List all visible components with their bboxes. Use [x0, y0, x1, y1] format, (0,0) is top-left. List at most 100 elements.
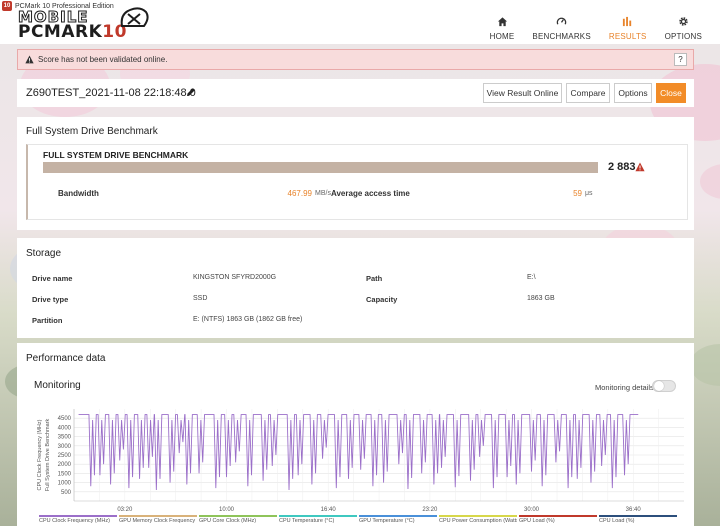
- result-header: Z690TEST_2021-11-08 22:18:48.0 View Resu…: [17, 79, 694, 107]
- x-tick-label: 30:00: [524, 507, 540, 513]
- score-value: 2 883: [608, 161, 636, 173]
- nav-benchmarks[interactable]: BENCHMARKS: [532, 16, 591, 41]
- y-tick-label: 4000: [58, 425, 72, 431]
- nav-benchmarks-label: BENCHMARKS: [532, 32, 591, 41]
- drive-name-label: Drive name: [32, 274, 73, 283]
- x-tick-label: 23:20: [422, 507, 438, 513]
- drive-type-value: SSD: [193, 295, 208, 302]
- toggle-knob[interactable]: [654, 381, 664, 391]
- warning-icon: [25, 55, 34, 64]
- legend-label: CPU Power Consumption (Watts): [439, 518, 517, 524]
- benchmark-section-title: Full System Drive Benchmark: [26, 126, 158, 137]
- view-result-online-button[interactable]: View Result Online: [483, 83, 562, 103]
- y-tick-label: 1000: [58, 481, 72, 487]
- bandwidth-label: Bandwidth: [58, 189, 99, 198]
- y-tick-label: 4500: [58, 416, 72, 422]
- logo-mark-icon: [120, 7, 149, 27]
- path-label: Path: [366, 274, 383, 283]
- gauge-icon: [556, 17, 567, 25]
- legend-label: GPU Load (%): [519, 518, 555, 524]
- pencil-icon[interactable]: [186, 87, 196, 97]
- drive-name-value: KINGSTON SFYRD2000G: [193, 274, 277, 281]
- benchmark-title: FULL SYSTEM DRIVE BENCHMARK: [43, 150, 189, 160]
- bandwidth-value: 467.99: [287, 189, 312, 198]
- legend-entry[interactable]: CPU Load (%): [599, 515, 677, 526]
- legend-label: GPU Temperature (°C): [359, 518, 415, 524]
- nav-results-label: RESULTS: [608, 32, 647, 41]
- monitoring-chart: 500 1000 1500 2000 2500 3000 3500 4000 4500 03:20…: [29, 405, 689, 526]
- legend-entry[interactable]: GPU Core Clock (MHz): [199, 515, 277, 526]
- blossom-decoration: [700, 164, 720, 199]
- close-button[interactable]: Close: [656, 83, 686, 103]
- storage-panel: Storage Drive name KINGSTON SFYRD2000G P…: [17, 238, 694, 338]
- y-tick-label: 3500: [58, 435, 72, 441]
- access-time-label: Average access time: [331, 189, 410, 198]
- result-name: Z690TEST_2021-11-08 22:18:48.0: [26, 87, 196, 99]
- main-nav: HOME BENCHMARKS RESULTS OPTIONS: [472, 16, 702, 41]
- nav-results[interactable]: RESULTS: [609, 16, 647, 41]
- partition-label: Partition: [32, 316, 63, 325]
- legend-label: GPU Core Clock (MHz): [199, 518, 257, 524]
- home-icon: [497, 17, 507, 27]
- legend-entry[interactable]: CPU Clock Frequency (MHz): [39, 515, 117, 526]
- legend-label: CPU Load (%): [599, 518, 635, 524]
- legend-entry[interactable]: GPU Load (%): [519, 515, 597, 526]
- options-button[interactable]: Options: [614, 83, 652, 103]
- gear-icon: [679, 17, 688, 26]
- logo-pcmark-text: PCMARK10: [18, 22, 127, 42]
- y-tick-label: 500: [61, 490, 72, 496]
- monitoring-details-toggle[interactable]: [652, 380, 676, 392]
- y-axis-title-secondary: Full System Drive Benchmark: [45, 419, 51, 492]
- monitoring-title: Monitoring: [34, 380, 81, 391]
- legend-entry[interactable]: CPU Temperature (°C): [279, 515, 357, 526]
- path-value: E:\: [527, 274, 536, 281]
- app-header: 10 PCMark 10 Professional Edition MOBILE…: [0, 0, 720, 44]
- legend-swatch: [279, 515, 357, 517]
- benchmark-panel: Full System Drive Benchmark FULL SYSTEM …: [17, 117, 694, 230]
- score-warning-icon[interactable]: [635, 162, 645, 172]
- legend-entry[interactable]: GPU Temperature (°C): [359, 515, 437, 526]
- pcmark-logo: MOBILE PCMARK10: [18, 7, 149, 42]
- y-tick-label: 1500: [58, 471, 72, 477]
- nav-home[interactable]: HOME: [490, 16, 515, 41]
- x-tick-label: 36:40: [626, 507, 642, 513]
- blossom-decoration: [690, 344, 720, 386]
- y-axis-title: CPU Clock Frequency (MHz): [37, 419, 43, 490]
- y-tick-label: 2000: [58, 462, 72, 468]
- access-time-value: 59: [573, 189, 582, 198]
- alert-message: Score has not been validated online.: [38, 55, 168, 64]
- cpu-frequency-series: [78, 414, 639, 490]
- legend-swatch: [599, 515, 677, 517]
- legend-swatch: [119, 515, 197, 517]
- monitoring-details-label: Monitoring details: [595, 383, 654, 392]
- validation-alert: Score has not been validated online. ?: [17, 49, 694, 70]
- y-tick-label: 2500: [58, 453, 72, 459]
- compare-button[interactable]: Compare: [566, 83, 610, 103]
- legend-entry[interactable]: CPU Power Consumption (Watts): [439, 515, 517, 526]
- monitoring-chart-svg: 500 1000 1500 2000 2500 3000 3500 4000 4500 03:20…: [37, 409, 684, 513]
- legend-swatch: [39, 515, 117, 517]
- benchmark-card: FULL SYSTEM DRIVE BENCHMARK 2 883 Bandwi…: [26, 144, 688, 220]
- legend-label: CPU Temperature (°C): [279, 518, 335, 524]
- drive-type-label: Drive type: [32, 295, 69, 304]
- nav-home-label: HOME: [489, 32, 515, 41]
- app-icon: 10: [2, 1, 12, 11]
- y-tick-label: 3000: [58, 444, 72, 450]
- legend-swatch: [199, 515, 277, 517]
- access-time-unit: μs: [585, 190, 593, 197]
- x-tick-label: 16:40: [321, 507, 337, 513]
- nav-options[interactable]: OPTIONS: [665, 16, 702, 41]
- x-tick-label: 10:00: [219, 507, 235, 513]
- legend-entry[interactable]: GPU Memory Clock Frequency: [119, 515, 197, 526]
- legend-swatch: [519, 515, 597, 517]
- legend-swatch: [439, 515, 517, 517]
- chart-legend: CPU Clock Frequency (MHz) GPU Memory Cloc…: [39, 515, 679, 526]
- partition-value: E: (NTFS) 1863 GB (1862 GB free): [193, 316, 303, 323]
- storage-title: Storage: [26, 248, 62, 259]
- score-bar-fill: [43, 162, 598, 173]
- x-tick-label: 03:20: [117, 507, 133, 513]
- help-button[interactable]: ?: [674, 53, 687, 66]
- bar-chart-icon: [623, 16, 632, 27]
- bandwidth-unit: MB/s: [315, 190, 331, 197]
- legend-label: GPU Memory Clock Frequency: [119, 518, 196, 524]
